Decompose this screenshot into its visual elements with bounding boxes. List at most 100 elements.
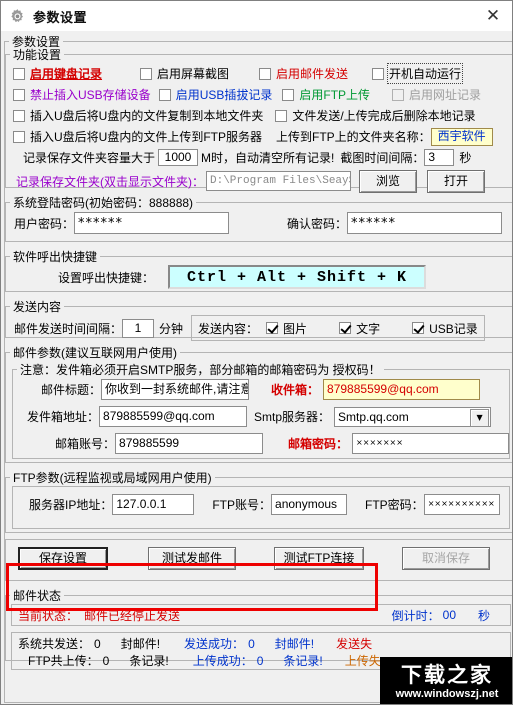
label-ftp-password: FTP密码： — [365, 498, 424, 512]
checkbox-send-usb-log[interactable] — [412, 322, 425, 334]
label-hotkey: 设置呼出快捷键： — [58, 270, 155, 285]
cancel-save-button: 取消保存 — [402, 547, 490, 570]
group-send-content-legend: 发送内容 — [13, 300, 62, 314]
group-mail-status-legend: 邮件状态 — [13, 589, 62, 603]
send-content-row: 邮件发送时间间隔： 1 分钟 发送内容： 图片 文字 USB记录 — [6, 315, 512, 341]
group-login-legend: 系统登陆密码(初始密码：888888) — [13, 196, 194, 210]
label-send-success: 发送成功： — [184, 637, 245, 651]
group-function-legend: 功能设置 — [13, 48, 62, 62]
label-delete-local-after-send: 文件发送/上传完成后删除本地记录 — [292, 109, 476, 123]
group-params: 参数设置 功能设置 启用键盘记录 启用屏幕截图 启用邮件发送 开机自动运行 禁止… — [4, 33, 512, 703]
input-ftp-password[interactable]: ×××××××××× — [423, 494, 500, 515]
ftp-row: 服务器IP地址： 127.0.0.1 FTP账号： anonymous FTP密… — [13, 494, 509, 515]
label-block-usb-storage: 禁止插入USB存储设备 — [30, 88, 151, 102]
browse-button[interactable]: 浏览 — [359, 169, 417, 193]
send-content-options: 发送内容： 图片 文字 USB记录 — [191, 315, 485, 341]
chevron-down-icon[interactable]: ▼ — [470, 408, 490, 427]
smtp-server-value: Smtp.qq.com — [338, 409, 409, 424]
checkbox-copy-usb-to-local[interactable] — [13, 109, 25, 122]
close-icon[interactable]: ✕ — [478, 3, 508, 29]
checkbox-block-usb-storage[interactable] — [13, 88, 25, 101]
input-mail-interval[interactable]: 1 — [122, 318, 155, 338]
input-ftp-folder-name[interactable]: 西宇软件 — [430, 127, 493, 146]
test-ftp-button[interactable]: 测试FTP连接 — [274, 547, 364, 570]
input-hotkey[interactable]: Ctrl + Alt + Shift + K — [168, 265, 427, 289]
label-send-usb-log: USB记录 — [429, 321, 478, 336]
select-smtp-server[interactable]: Smtp.qq.com ▼ — [334, 406, 492, 427]
input-record-folder[interactable]: D:\Program Files\SeayS — [206, 171, 351, 191]
title-bar: 参数设置 ✕ — [1, 1, 512, 31]
input-user-password[interactable]: ****** — [74, 212, 230, 234]
input-ftp-ip[interactable]: 127.0.0.1 — [112, 494, 195, 515]
mail-notice-legend: 注意：发件箱必须开启SMTP服务，部分邮箱的邮箱密码为 授权码！ — [20, 363, 381, 377]
group-mail-params: 邮件参数(建议互联网用户使用) 注意：发件箱必须开启SMTP服务，部分邮箱的邮箱… — [5, 344, 512, 463]
window-client-area: 参数设置 功能设置 启用键盘记录 启用屏幕截图 启用邮件发送 开机自动运行 禁止… — [1, 31, 512, 703]
value-upload-success: 0 — [256, 653, 264, 668]
label-upload-success: 上传成功： — [192, 654, 253, 668]
window-title: 参数设置 — [33, 9, 88, 25]
watermark: 下载之家 www.windowszj.net — [380, 657, 512, 704]
group-mail-notice: 注意：发件箱必须开启SMTP服务，部分邮箱的邮箱密码为 授权码！ 邮件标题： 你… — [12, 361, 511, 459]
login-row: 用户密码： ****** 确认密码： ****** — [6, 212, 512, 234]
label-total-sent: 系统共发送： — [18, 637, 91, 651]
function-row-1: 启用键盘记录 启用屏幕截图 启用邮件发送 开机自动运行 — [6, 63, 512, 84]
checkbox-autorun[interactable] — [372, 67, 385, 80]
checkbox-enable-mail-send[interactable] — [259, 67, 272, 80]
label-mail-password: 邮箱密码： — [288, 437, 349, 451]
label-mail-account: 邮箱账号： — [55, 437, 116, 451]
checkbox-send-image[interactable] — [266, 322, 279, 334]
label-enable-screenshot: 启用屏幕截图 — [157, 67, 230, 81]
stats-row-mail: 系统共发送： 0 封邮件! 发送成功： 0 封邮件! 发送失 — [18, 635, 504, 652]
hotkey-row: 设置呼出快捷键： Ctrl + Alt + Shift + K — [6, 265, 512, 289]
input-mail-to[interactable]: 879885599@qq.com — [323, 379, 481, 400]
unit-total-sent: 封邮件! — [120, 637, 161, 651]
function-row-4: 插入U盘后将U盘内的文件上传到FTP服务器 上传到FTP上的文件夹名称： 西宇软… — [6, 126, 512, 147]
label-shot-interval: 截图时间间隔： — [340, 151, 425, 165]
label-mail-to: 收件箱： — [271, 383, 320, 397]
label-send-text: 文字 — [356, 321, 381, 336]
input-mail-account[interactable]: 879885599 — [115, 433, 264, 454]
input-mail-password[interactable]: ××××××× — [352, 433, 510, 454]
checkbox-delete-local-after-send[interactable] — [275, 109, 288, 122]
mail-title-row: 邮件标题： 你收到一封系统邮件,请注意 收件箱： 879885599@qq.co… — [13, 379, 509, 400]
label-user-password: 用户密码： — [14, 216, 75, 231]
input-confirm-password[interactable]: ****** — [347, 212, 503, 234]
save-settings-button[interactable]: 保存设置 — [18, 547, 108, 570]
label-enable-mail-send: 启用邮件发送 — [276, 67, 349, 81]
label-shot-interval-unit: 秒 — [459, 151, 472, 165]
mail-from-row: 发件箱地址： 879885599@qq.com Smtp服务器： Smtp.qq… — [13, 406, 509, 427]
label-countdown: 倒计时： — [391, 608, 440, 623]
checkbox-enable-usb-log[interactable] — [158, 88, 171, 101]
group-send-content: 发送内容 邮件发送时间间隔： 1 分钟 发送内容： 图片 文字 USB记录 — [5, 298, 512, 341]
input-mail-from[interactable]: 879885599@qq.com — [99, 406, 248, 427]
checkbox-upload-usb-to-ftp[interactable] — [13, 130, 25, 143]
open-button[interactable]: 打开 — [427, 169, 485, 193]
test-mail-button[interactable]: 测试发邮件 — [148, 547, 236, 570]
group-action-buttons: 保存设置 测试发邮件 测试FTP连接 取消保存 — [5, 539, 512, 581]
label-send-content: 发送内容： — [198, 321, 259, 336]
label-confirm-password: 确认密码： — [287, 216, 348, 231]
label-enable-usb-log: 启用USB插拔记录 — [175, 88, 273, 102]
input-ftp-account[interactable]: anonymous — [271, 494, 348, 515]
group-hotkey-legend: 软件呼出快捷键 — [13, 250, 98, 264]
checkbox-enable-ftp-upload[interactable] — [282, 88, 295, 101]
input-shot-interval[interactable]: 3 — [424, 149, 455, 166]
action-buttons-row: 保存设置 测试发邮件 测试FTP连接 取消保存 — [6, 547, 512, 570]
label-enable-keylogger: 启用键盘记录 — [30, 67, 103, 81]
checkbox-send-text[interactable] — [339, 322, 352, 334]
unit-countdown: 秒 — [478, 608, 491, 623]
input-mail-title[interactable]: 你收到一封系统邮件,请注意 — [101, 379, 250, 400]
group-hotkey: 软件呼出快捷键 设置呼出快捷键： Ctrl + Alt + Shift + K — [5, 248, 512, 292]
status-line: 当前状态： 邮件已经停止发送 倒计时： 00 秒 — [11, 604, 512, 626]
checkbox-enable-keylogger[interactable] — [13, 67, 25, 80]
label-copy-usb-to-local: 插入U盘后将U盘内的文件复制到本地文件夹 — [30, 109, 264, 123]
label-autorun: 开机自动运行 — [387, 63, 464, 84]
value-total-upload: 0 — [102, 653, 110, 668]
watermark-title: 下载之家 — [401, 661, 493, 687]
label-mail-interval-unit: 分钟 — [159, 321, 184, 336]
function-row-2: 禁止插入USB存储设备 启用USB插拔记录 启用FTP上传 启用网址记录 — [6, 84, 512, 105]
input-capacity[interactable]: 1000 — [158, 149, 199, 166]
label-capacity-suffix: M时，自动清空所有记录! — [201, 151, 335, 165]
unit-send-success: 封邮件! — [274, 637, 315, 651]
checkbox-enable-screenshot[interactable] — [140, 67, 153, 80]
